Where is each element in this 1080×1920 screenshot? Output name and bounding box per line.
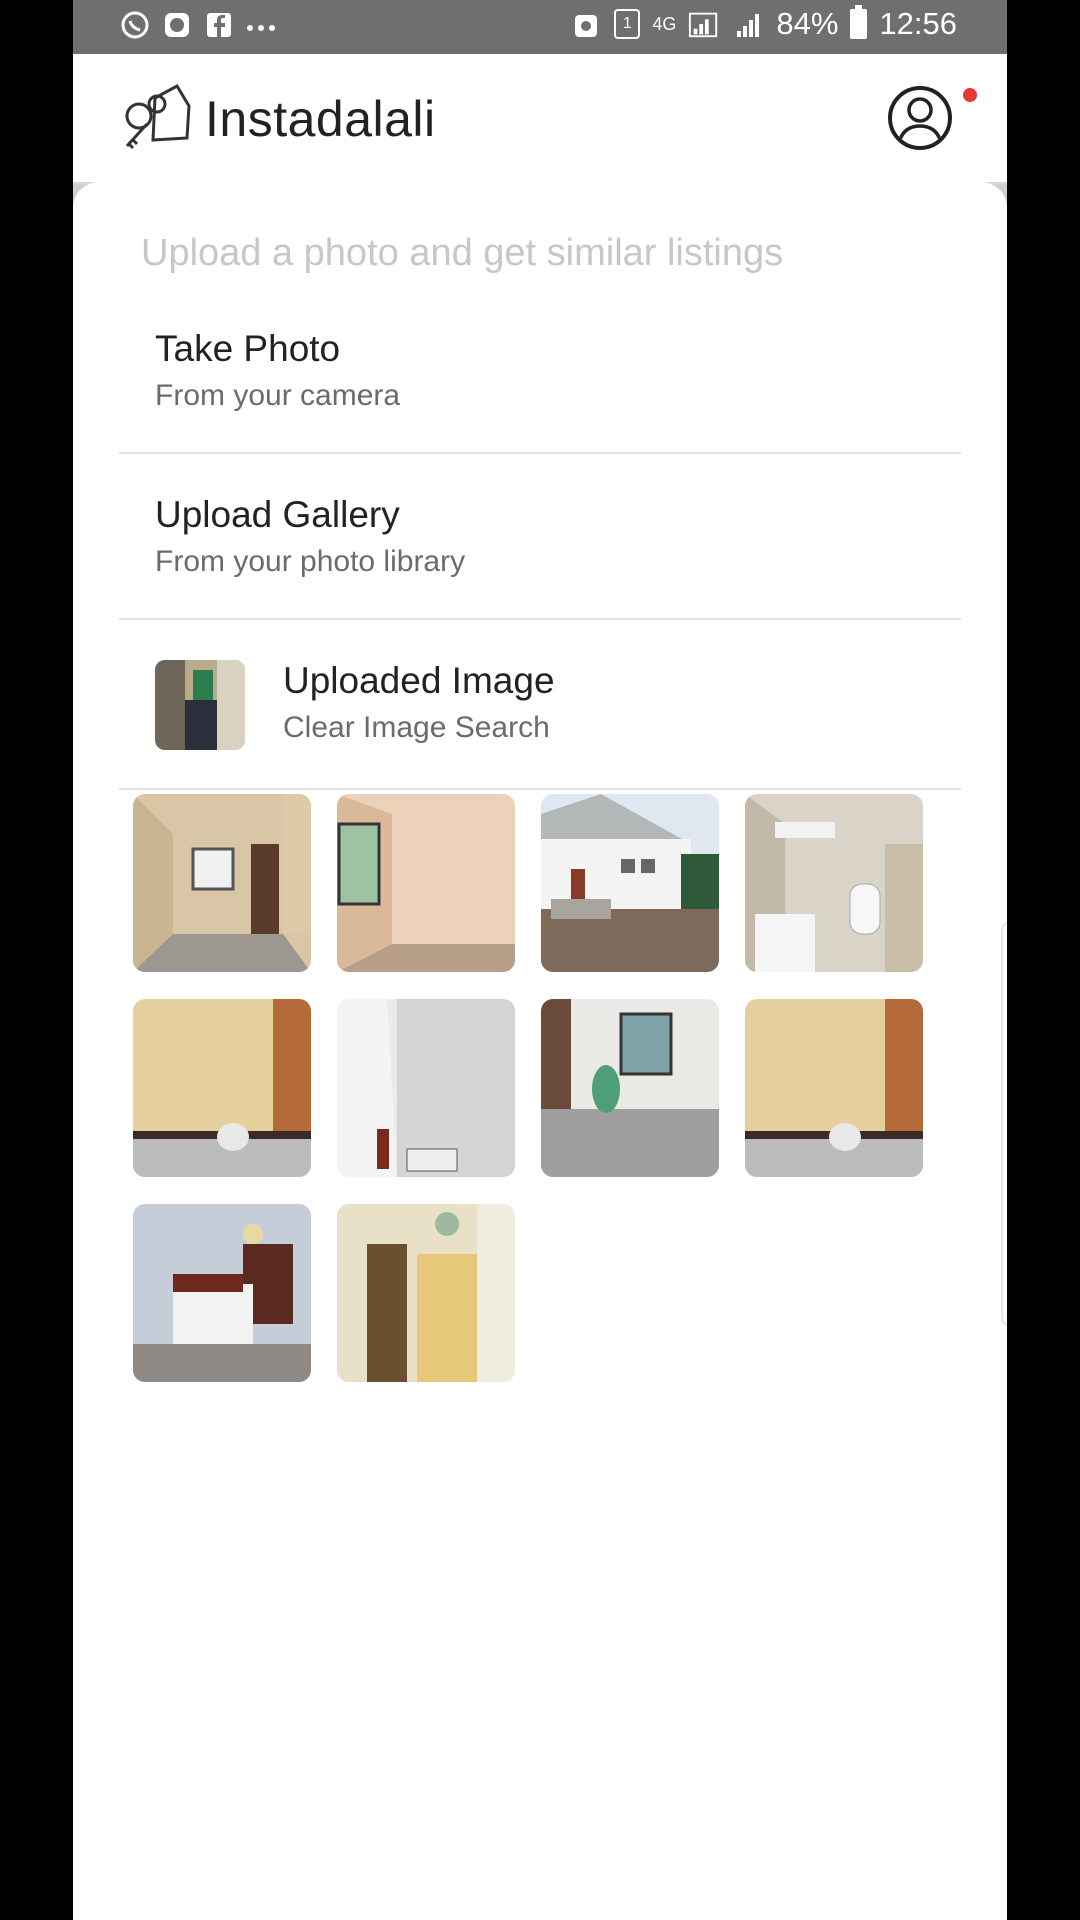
option-title: Uploaded Image xyxy=(283,660,555,701)
battery-icon xyxy=(850,5,868,39)
network-label: 4G xyxy=(652,13,677,34)
app-header: Instadalali xyxy=(73,54,1007,184)
option-title: Take Photo xyxy=(155,328,341,369)
listing-thumbnail[interactable] xyxy=(337,794,515,972)
notification-dot xyxy=(963,88,977,102)
listing-thumbnail[interactable] xyxy=(745,794,923,972)
sim-icon: 1 xyxy=(614,9,641,39)
listing-thumbnail[interactable] xyxy=(337,1204,515,1382)
facebook-icon xyxy=(203,9,235,41)
listing-thumbnail[interactable] xyxy=(133,1204,311,1382)
uploaded-image-option[interactable]: Uploaded Image Clear Image Search xyxy=(119,624,961,790)
app-icon xyxy=(161,9,193,41)
scroll-indicator xyxy=(1001,922,1007,1326)
clear-image-search-link[interactable]: Clear Image Search xyxy=(283,711,550,745)
option-subtitle: From your photo library xyxy=(155,545,466,578)
listing-thumbnail[interactable] xyxy=(745,999,923,1177)
option-title: Upload Gallery xyxy=(155,494,400,535)
logo-icon xyxy=(117,78,195,156)
recycle-icon xyxy=(570,8,602,40)
listing-thumbnail[interactable] xyxy=(541,999,719,1177)
battery-percent: 84% xyxy=(776,6,839,41)
clock: 12:56 xyxy=(879,6,957,41)
similar-listings-grid xyxy=(133,794,953,1382)
phone-screen: 1 4G 84% 12:56 Instadalali Upload a phot… xyxy=(73,0,1007,1920)
whatsapp-icon xyxy=(119,9,151,41)
uploaded-image-thumbnail xyxy=(155,660,245,750)
image-search-sheet: Upload a photo and get similar listings … xyxy=(73,182,1007,1920)
sheet-title: Upload a photo and get similar listings xyxy=(141,232,784,274)
status-bar: 1 4G 84% 12:56 xyxy=(73,0,1007,54)
listing-thumbnail[interactable] xyxy=(337,999,515,1177)
app-title: Instadalali xyxy=(205,91,436,147)
signal-icon xyxy=(688,8,720,40)
upload-gallery-option[interactable]: Upload Gallery From your photo library xyxy=(119,458,961,620)
profile-avatar-icon[interactable] xyxy=(888,86,952,150)
option-subtitle: From your camera xyxy=(155,379,401,412)
listing-thumbnail[interactable] xyxy=(541,794,719,972)
listing-thumbnail[interactable] xyxy=(133,999,311,1177)
signal-2-icon xyxy=(732,8,764,40)
more-dots-icon xyxy=(245,9,277,41)
take-photo-option[interactable]: Take Photo From your camera xyxy=(119,292,961,454)
listing-thumbnail[interactable] xyxy=(133,794,311,972)
